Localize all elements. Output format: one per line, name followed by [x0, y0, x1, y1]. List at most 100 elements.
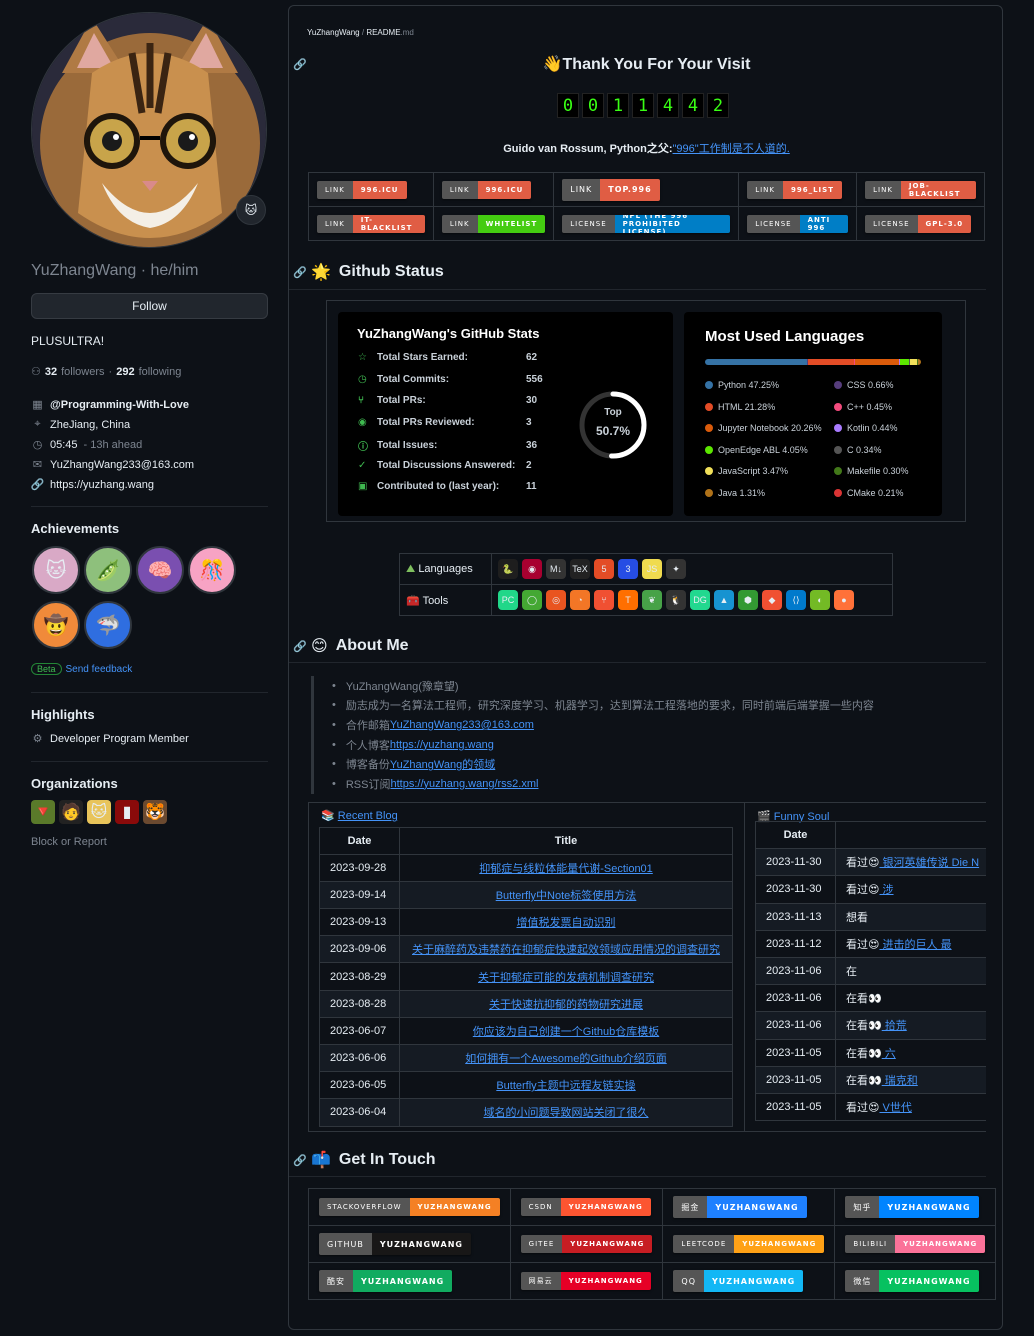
arch-icon[interactable]: ▲	[714, 590, 734, 610]
python-icon[interactable]: 🐍	[498, 559, 518, 579]
org-link[interactable]: @Programming-With-Love	[50, 399, 189, 411]
badge[interactable]: LICENSE NPL (THE 996 PROHIBITED LICENSE)	[562, 214, 731, 233]
soul-link[interactable]: V世代	[879, 1102, 912, 1114]
latex-icon[interactable]: TeX	[570, 559, 590, 579]
about-link[interactable]: YuZhangWang233@163.com	[390, 719, 534, 731]
org-avatar-3-icon[interactable]: 🐱	[87, 800, 111, 824]
org-avatar-5-icon[interactable]: 🐯	[143, 800, 167, 824]
soul-link[interactable]: 银河英雄传说 Die N	[879, 857, 980, 869]
recent-blog-caption[interactable]: 📚 Recent Blog	[321, 809, 398, 822]
badge[interactable]: STACKOVERFLOW YUZHANGWANG	[319, 1198, 500, 1216]
mongodb-icon[interactable]: ❦	[642, 590, 662, 610]
avatar[interactable]	[31, 12, 267, 248]
blog-title-link[interactable]: 域名的小问题导致网站关闭了很久	[484, 1107, 649, 1119]
soul-link[interactable]: 进击的巨人 最	[879, 939, 952, 951]
firefox-icon[interactable]: ●	[834, 590, 854, 610]
github-stats-card[interactable]: YuZhangWang's GitHub Stats ☆ Total Stars …	[338, 312, 673, 516]
html5-icon[interactable]: 5	[594, 559, 614, 579]
badge[interactable]: LINK 996_LIST	[747, 180, 842, 199]
about-link[interactable]: https://yuzhang.wang/rss2.xml	[390, 778, 538, 790]
anchor-link-icon[interactable]: 🔗	[293, 640, 307, 653]
follow-button[interactable]: Follow	[31, 293, 268, 319]
website-link[interactable]: https://yuzhang.wang	[50, 479, 154, 491]
badge[interactable]: QQ YUZHANGWANG	[673, 1270, 804, 1292]
anaconda-icon[interactable]: ◯	[522, 590, 542, 610]
blog-title-link[interactable]: 关于麻醉药及违禁药在抑郁症快速起效领域应用情况的调查研究	[412, 944, 720, 956]
badge[interactable]: 掘金 YUZHANGWANG	[673, 1196, 807, 1218]
org-avatar-4-icon[interactable]: ▮	[115, 800, 139, 824]
css3-icon[interactable]: 3	[618, 559, 638, 579]
achievement-quickdraw-icon[interactable]: 🤠	[32, 601, 80, 649]
org-avatar-1-icon[interactable]: 🔻	[31, 800, 55, 824]
git-icon[interactable]: ⑂	[594, 590, 614, 610]
badge[interactable]: LINK TOP.996	[562, 178, 660, 201]
badge[interactable]: BILIBILI YUZHANGWANG	[845, 1235, 986, 1253]
soul-link[interactable]: 涉	[879, 884, 894, 896]
javascript-icon[interactable]: JS	[642, 559, 662, 579]
ubuntu-icon[interactable]: ◎	[546, 590, 566, 610]
badge[interactable]: 酷安 YUZHANGWANG	[319, 1270, 453, 1292]
achievements-title[interactable]: Achievements	[31, 521, 119, 536]
badge[interactable]: LINK 996.ICU	[441, 180, 532, 199]
anchor-link-icon[interactable]: 🔗	[293, 1154, 307, 1167]
breadcrumb-user[interactable]: YuZhangWang	[307, 28, 360, 37]
following-label[interactable]: following	[139, 366, 182, 378]
blog-title-link[interactable]: Butterfly中Note标签使用方法	[496, 890, 637, 902]
badge[interactable]: LEETCODE YUZHANGWANG	[673, 1235, 825, 1253]
quote-link[interactable]: "996"工作制是不人道的.	[673, 143, 790, 155]
tensorflow-icon[interactable]: T	[618, 590, 638, 610]
achievement-pair-extraordinaire-icon[interactable]: 🐱	[32, 546, 80, 594]
vscode-icon[interactable]: ⟨⟩	[786, 590, 806, 610]
julia-icon[interactable]: ✦	[666, 559, 686, 579]
recent-blog-link[interactable]: Recent Blog	[338, 810, 398, 822]
breadcrumb-file[interactable]: README	[366, 28, 400, 37]
achievement-shark-icon[interactable]: 🦈	[84, 601, 132, 649]
about-link[interactable]: YuZhangWang的领域	[390, 756, 495, 772]
badge[interactable]: LINK WHITELIST	[441, 214, 546, 233]
opensuse-icon[interactable]: ◐	[810, 590, 830, 610]
debian-icon[interactable]: ◉	[522, 559, 542, 579]
status-emoji[interactable]: 🐱	[236, 195, 266, 225]
following-count[interactable]: 292	[116, 366, 134, 378]
badge[interactable]: LINK 996.ICU	[317, 180, 407, 199]
achievement-galaxy-brain-icon[interactable]: 🧠	[136, 546, 184, 594]
blog-title-link[interactable]: 关于抑郁症可能的发病机制调查研究	[478, 972, 654, 984]
datagrip-icon[interactable]: DG	[690, 590, 710, 610]
git-alt-icon[interactable]: ◆	[762, 590, 782, 610]
linux-icon[interactable]: 🐧	[666, 590, 686, 610]
soul-link[interactable]: 六	[882, 1048, 896, 1060]
blog-title-link[interactable]: 增值税发票自动识别	[517, 917, 616, 929]
soul-link[interactable]: 瑞克和	[882, 1075, 918, 1087]
pycharm-icon[interactable]: PC	[498, 590, 518, 610]
org-avatar-2-icon[interactable]: 🧑	[59, 800, 83, 824]
followers-label[interactable]: followers	[61, 366, 104, 378]
badge[interactable]: LINK IT-BLACKLIST	[317, 214, 425, 233]
blog-title-link[interactable]: 抑郁症与线粒体能量代谢-Section01	[479, 863, 653, 875]
blog-title-link[interactable]: Butterfly主题中远程友链实操	[496, 1080, 635, 1092]
email-link[interactable]: YuZhangWang233@163.com	[50, 459, 194, 471]
block-report-link[interactable]: Block or Report	[31, 836, 107, 848]
achievement-yolo-icon[interactable]: 🎊	[188, 546, 236, 594]
languages-card[interactable]: Most Used Languages Python 47.25% CSS 0.6…	[684, 312, 942, 516]
nodejs-icon[interactable]: ⬢	[738, 590, 758, 610]
about-link[interactable]: https://yuzhang.wang	[390, 739, 494, 751]
markdown-icon[interactable]: M↓	[546, 559, 566, 579]
badge[interactable]: 知乎 YUZHANGWANG	[845, 1196, 979, 1218]
anchor-link-icon[interactable]: 🔗	[293, 266, 307, 279]
badge[interactable]: LICENSE ANTI 996	[747, 214, 849, 233]
badge[interactable]: CSDN YUZHANGWANG	[520, 1198, 651, 1216]
followers-count[interactable]: 32	[45, 366, 57, 378]
achievement-pull-shark-icon[interactable]: 🫛	[84, 546, 132, 594]
badge[interactable]: GITEE YUZHANGWANG	[520, 1235, 653, 1253]
jupyter-icon[interactable]: ◔	[570, 590, 590, 610]
send-feedback-link[interactable]: Send feedback	[66, 664, 133, 675]
badge[interactable]: LICENSE GPL-3.0	[865, 214, 972, 233]
developer-program-label[interactable]: Developer Program Member	[50, 733, 189, 745]
soul-link[interactable]: 拾荒	[882, 1020, 907, 1032]
badge[interactable]: 微信 YUZHANGWANG	[845, 1270, 979, 1292]
badge[interactable]: LINK JOB-BLACKLIST	[865, 180, 976, 199]
badge[interactable]: 网易云 YUZHANGWANG	[520, 1272, 651, 1290]
blog-title-link[interactable]: 关于快速抗抑郁的药物研究进展	[489, 999, 643, 1011]
blog-title-link[interactable]: 你应该为自己创建一个Github仓库模板	[473, 1026, 659, 1038]
blog-title-link[interactable]: 如何拥有一个Awesome的Github介绍页面	[465, 1053, 667, 1065]
